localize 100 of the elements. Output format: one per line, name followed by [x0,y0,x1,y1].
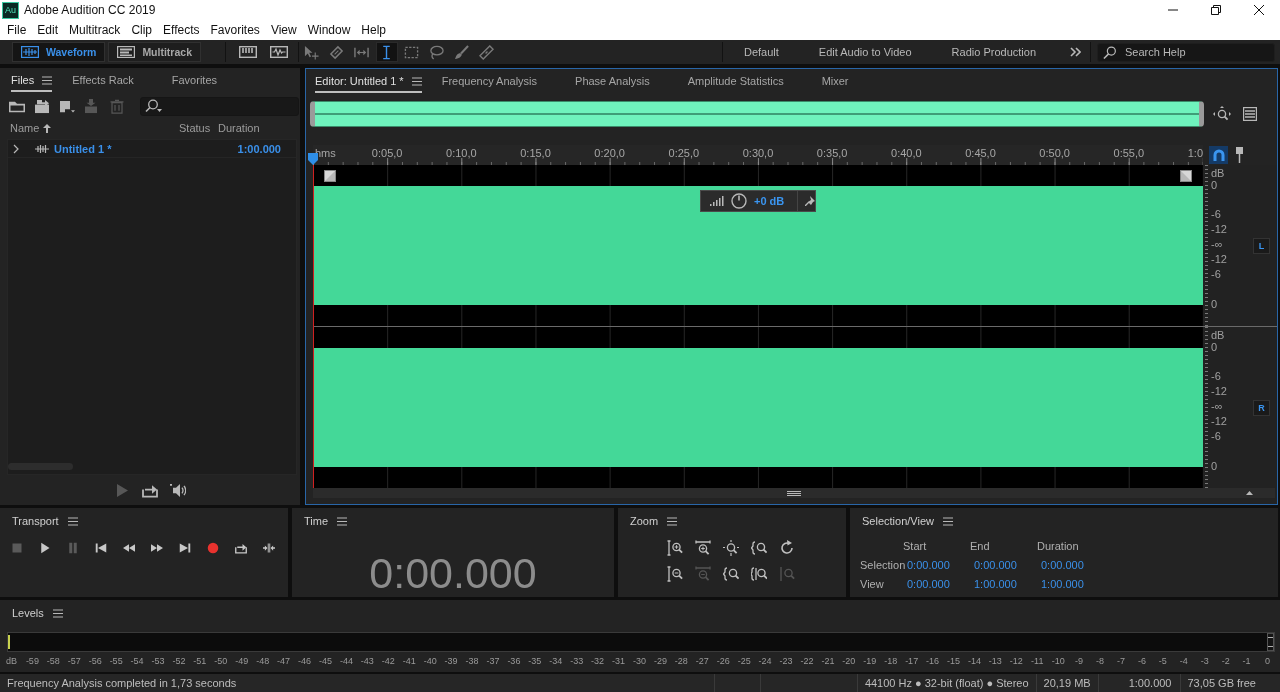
menu-icon[interactable] [667,516,678,526]
rewind-icon[interactable] [123,542,135,554]
zoom-in-icon[interactable] [695,540,711,556]
scale-label: -12 [1009,656,1023,666]
menu-item[interactable]: Clip [131,23,153,37]
skip-back-icon[interactable] [95,542,107,554]
db-label: 0 [1211,299,1218,310]
scale-label: -30 [633,656,646,666]
menu-item[interactable]: Edit [37,23,59,37]
caret-up-icon[interactable] [1246,491,1253,495]
keyboard-display-icon[interactable] [238,44,257,60]
sort-arrow-icon[interactable] [43,123,52,133]
brush-icon [454,44,470,60]
bracket-magnifier-icon[interactable] [723,566,739,582]
column-header[interactable]: Status [179,122,211,134]
menu-item[interactable]: Help [361,23,387,37]
restore-icon[interactable] [1210,5,1221,15]
menu-item[interactable]: Effects [163,23,200,37]
zoom-in-icon[interactable] [667,540,683,556]
zoom-out-icon[interactable] [667,566,683,582]
editor-tab[interactable]: Phase Analysis [575,69,650,93]
menu-item[interactable]: Favorites [210,23,260,37]
workspace-tab[interactable]: Default [744,46,779,58]
bracket-magnifier-icon[interactable] [751,540,767,556]
zoom-fit-icon[interactable] [723,540,739,556]
menu-item[interactable]: Window [307,23,351,37]
scale-label: -56 [88,656,102,666]
column-header[interactable]: Duration [218,122,260,134]
ruler-label: 0:40,0 [891,147,922,159]
time-value[interactable]: 0:00.000 [1041,558,1084,571]
pin-icon[interactable] [805,196,815,206]
play-icon[interactable] [39,542,51,554]
menu-item[interactable]: File [7,23,27,37]
double-chevron-icon[interactable] [1070,47,1081,57]
time-value[interactable]: 1:00.000 [1041,577,1084,590]
speaker-icon[interactable] [170,482,186,498]
loop-arrow-icon[interactable] [235,542,247,554]
panel-tab[interactable]: Effects Rack [72,68,134,92]
menu-item[interactable]: View [270,23,297,37]
workspace-tab[interactable]: Radio Production [951,46,1036,58]
import-icon[interactable] [34,98,50,114]
row-label: Selection [860,558,907,571]
magnifier-arrows-icon[interactable] [1213,106,1231,122]
workspace-tab[interactable]: Edit Audio to Video [818,46,912,58]
menu-icon[interactable] [411,76,422,86]
panel-tab[interactable]: Favorites [171,68,218,92]
record-icon[interactable] [207,542,219,554]
fast-forward-icon[interactable] [151,542,163,554]
close-icon[interactable] [1253,5,1264,15]
menu-icon[interactable] [52,608,63,618]
scale-label: -46 [298,656,312,666]
menu-icon[interactable] [942,516,953,526]
knob-icon[interactable] [731,193,747,209]
panel-tab[interactable]: Files [11,68,53,92]
list-icon[interactable] [1243,107,1257,121]
new-file-icon[interactable] [59,98,75,114]
fade-handle-icon[interactable] [324,170,336,182]
column-header[interactable]: Name [10,122,40,134]
scale-label: -52 [172,656,186,666]
column-header: Duration [1037,539,1079,552]
skip-forward-icon[interactable] [179,542,191,554]
circular-arrow-icon[interactable] [779,540,795,556]
editor-tab[interactable]: Frequency Analysis [441,69,538,93]
scale-label: -40 [423,656,437,666]
pin-icon[interactable] [1235,147,1244,163]
channel-button[interactable]: L [1253,237,1270,254]
editor-tab[interactable]: Amplitude Statistics [687,69,784,93]
time-value[interactable]: 1:00.000 [974,577,1017,590]
ruler-label: 0:45,0 [965,147,996,159]
db-label: -∞ [1211,239,1223,250]
fade-handle-icon[interactable] [1180,170,1192,182]
brackets-magnifier-icon[interactable] [751,566,767,582]
search-field[interactable]: Search Help [1097,42,1275,62]
snap-button[interactable] [1209,146,1228,164]
waveform-channel[interactable]: +0 dB [313,165,1203,326]
split-arrows-icon[interactable] [263,542,275,554]
file-name[interactable]: Untitled 1 * [54,142,112,155]
time-value[interactable]: 0:00.000 [907,558,950,571]
horizontal-scrollbar[interactable] [313,488,1275,498]
time-value[interactable]: 0:00.000 [974,558,1017,571]
scale-label: -49 [235,656,249,666]
overview-bar[interactable] [310,101,1204,127]
time-value[interactable]: 0:00.000 [907,577,950,590]
scale-label: -54 [130,656,144,666]
db-label: 0 [1211,461,1218,472]
view-button[interactable]: Multitrack [108,42,201,62]
menu-icon[interactable] [337,516,348,526]
app-logo: Au [2,1,19,19]
search-field[interactable] [140,96,299,116]
db-label: -∞ [1211,401,1223,412]
menu-icon[interactable] [42,75,53,85]
menu-icon[interactable] [67,516,78,526]
editor-tab[interactable]: Editor: Untitled 1 * [315,69,422,93]
waveform-display-icon[interactable] [269,44,288,60]
tool-button[interactable] [375,42,398,62]
view-button[interactable]: Waveform [12,42,106,62]
scale-label: -48 [256,656,270,666]
editor-tab[interactable]: Mixer [821,69,849,93]
menu-item[interactable]: Multitrack [69,23,121,37]
channel-button[interactable]: R [1253,399,1270,416]
